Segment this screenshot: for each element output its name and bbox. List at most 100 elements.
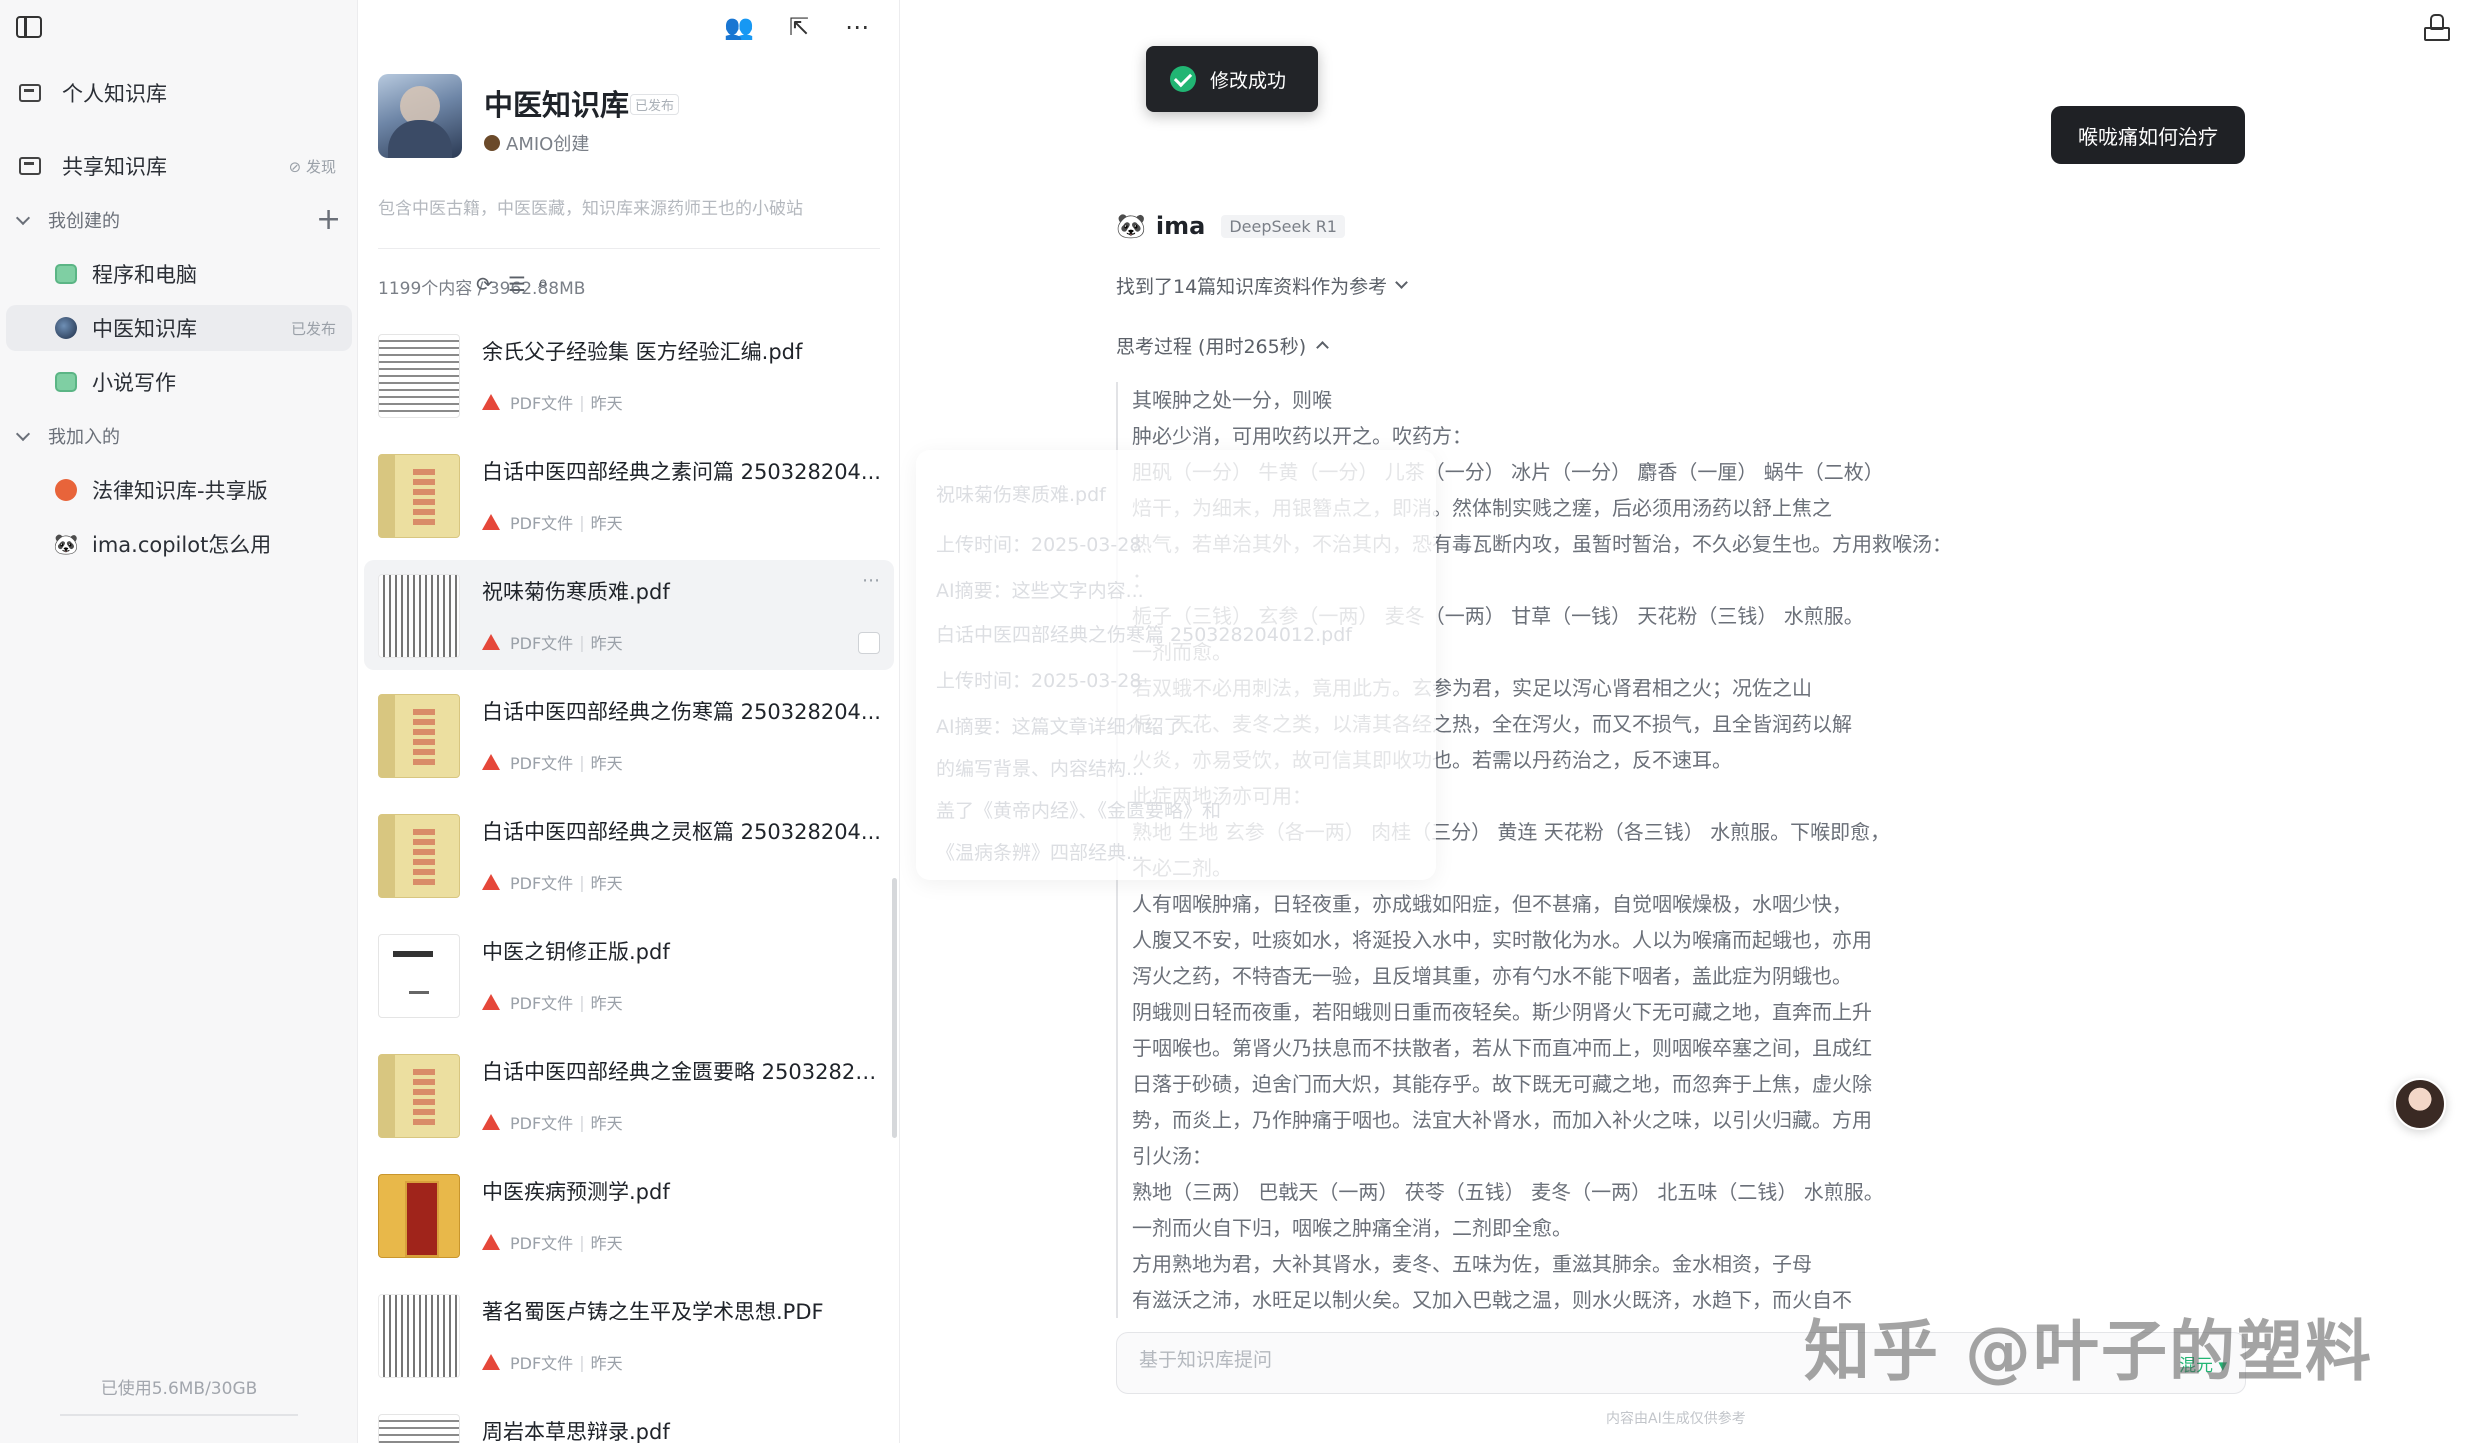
references-toggle[interactable]: 找到了14篇知识库资料作为参考 bbox=[1116, 272, 1409, 299]
file-item[interactable]: 余氏父子经验集 医方经验汇编.pdf PDF文件 | 昨天 bbox=[364, 320, 894, 430]
file-name: 中医之钥修正版.pdf bbox=[482, 940, 670, 964]
kb-author: AMIO创建 bbox=[484, 130, 589, 156]
kb-description: 包含中医古籍，中医医藏，知识库来源药师王也的小破站 bbox=[378, 199, 803, 219]
file-name: 白话中医四部经典之灵枢篇 250328204... bbox=[482, 820, 881, 844]
group-my-created[interactable]: 我创建的 bbox=[15, 205, 120, 235]
file-thumbnail bbox=[378, 1414, 460, 1443]
file-item[interactable]: 白话中医四部经典之灵枢篇 250328204... PDF文件 | 昨天 bbox=[364, 800, 894, 910]
chevron-down-icon bbox=[15, 210, 31, 225]
bot-name: ima bbox=[1155, 212, 1206, 240]
pdf-icon bbox=[482, 1114, 500, 1130]
thinking-toggle[interactable]: 思考过程 (用时265秒) bbox=[1116, 332, 1330, 359]
scrollbar[interactable] bbox=[892, 878, 897, 1138]
sidebar-item-label: 共享知识库 bbox=[62, 155, 167, 179]
file-item[interactable]: 中医疾病预测学.pdf PDF文件 | 昨天 bbox=[364, 1160, 894, 1270]
members-icon[interactable]: 👥 bbox=[724, 12, 754, 42]
file-checkbox[interactable] bbox=[858, 632, 880, 654]
sidebar-item-label: 法律知识库-共享版 bbox=[92, 479, 268, 503]
file-meta: PDF文件 | 昨天 bbox=[482, 750, 623, 774]
user-question-bubble: 喉咙痛如何治疗 bbox=[2051, 106, 2245, 164]
model-badge: DeepSeek R1 bbox=[1221, 214, 1345, 238]
add-kb-icon[interactable]: + bbox=[316, 205, 341, 235]
file-item[interactable]: 周岩本草思辩录.pdf bbox=[364, 1400, 894, 1443]
share-icon[interactable]: ⇱ bbox=[784, 12, 814, 42]
kb-doc-icon bbox=[54, 262, 78, 286]
pdf-icon bbox=[482, 1354, 500, 1370]
file-name: 白话中医四部经典之伤寒篇 250328204... bbox=[482, 700, 881, 724]
pdf-icon bbox=[482, 1234, 500, 1250]
sidebar-item-shared-kb[interactable]: 共享知识库 ⊘ 发现 bbox=[6, 143, 352, 189]
stamp-icon[interactable] bbox=[2424, 14, 2450, 41]
file-name: 白话中医四部经典之金匮要略 25032820... bbox=[482, 1060, 882, 1084]
reference-preview-popover: 祝味菊伤寒质难.pdf 上传时间：2025-03-28 AI摘要：这些文字内容.… bbox=[916, 450, 1436, 880]
chevron-up-icon bbox=[1316, 341, 1330, 354]
file-item[interactable]: 白话中医四部经典之伤寒篇 250328204... PDF文件 | 昨天 bbox=[364, 680, 894, 790]
kb-doc-icon bbox=[54, 370, 78, 394]
file-thumbnail bbox=[378, 694, 460, 778]
sidebar-item-programming[interactable]: 程序和电脑 bbox=[6, 251, 352, 297]
kb-status-badge: 已发布 bbox=[630, 94, 680, 115]
file-name: 余氏父子经验集 医方经验汇编.pdf bbox=[482, 340, 803, 364]
sidebar-item-tcm-kb[interactable]: 中医知识库 已发布 bbox=[6, 305, 352, 351]
kb-avatar-icon bbox=[54, 316, 78, 340]
panda-icon: 🐼 bbox=[53, 532, 79, 556]
knowledge-base-icon bbox=[18, 81, 42, 105]
file-thumbnail bbox=[378, 934, 460, 1018]
check-icon bbox=[1170, 66, 1196, 92]
file-meta: PDF文件 | 昨天 bbox=[482, 1110, 623, 1134]
sidebar-item-ima-copilot[interactable]: 🐼 ima.copilot怎么用 bbox=[6, 521, 352, 567]
file-name: 周岩本草思辩录.pdf bbox=[482, 1420, 670, 1443]
assistant-avatar-button[interactable] bbox=[2394, 1078, 2446, 1130]
more-icon[interactable]: ⋯ bbox=[842, 12, 872, 42]
kb-cover-image bbox=[378, 74, 462, 158]
file-thumbnail bbox=[378, 1294, 460, 1378]
pdf-icon bbox=[482, 994, 500, 1010]
sidebar-item-novel-writing[interactable]: 小说写作 bbox=[6, 359, 352, 405]
file-name: 白话中医四部经典之素问篇 250328204... bbox=[482, 460, 881, 484]
divider bbox=[378, 248, 880, 249]
search-icon[interactable]: ⌕ bbox=[538, 272, 548, 293]
pdf-icon bbox=[482, 634, 500, 650]
sidebar-item-law-kb[interactable]: 法律知识库-共享版 bbox=[6, 467, 352, 513]
file-meta: PDF文件 | 昨天 bbox=[482, 870, 623, 894]
file-thumbnail bbox=[378, 814, 460, 898]
storage-bar bbox=[60, 1414, 298, 1416]
file-meta: PDF文件 | 昨天 bbox=[482, 510, 623, 534]
kb-title: 中医知识库 bbox=[484, 88, 630, 122]
file-name: 祝味菊伤寒质难.pdf bbox=[482, 580, 670, 604]
published-badge: 已发布 bbox=[290, 319, 336, 338]
file-item[interactable]: 中医之钥修正版.pdf PDF文件 | 昨天 bbox=[364, 920, 894, 1030]
sidebar-item-label: 个人知识库 bbox=[62, 82, 167, 106]
sidebar-item-label: 程序和电脑 bbox=[92, 263, 197, 287]
chevron-down-icon bbox=[1395, 276, 1409, 289]
bot-header: 🐼 ima DeepSeek R1 bbox=[1116, 212, 1345, 240]
author-avatar bbox=[484, 135, 500, 151]
group-my-joined[interactable]: 我加入的 bbox=[15, 421, 120, 451]
discover-link[interactable]: ⊘ 发现 bbox=[289, 156, 336, 177]
file-item[interactable]: 著名蜀医卢铸之生平及学术思想.PDF PDF文件 | 昨天 bbox=[364, 1280, 894, 1390]
chat-panel: 喉咙痛如何治疗 🐼 ima DeepSeek R1 找到了14篇知识库资料作为参… bbox=[900, 0, 2475, 1443]
sidebar-item-label: 小说写作 bbox=[92, 371, 176, 395]
file-thumbnail bbox=[378, 334, 460, 418]
pdf-icon bbox=[482, 514, 500, 530]
law-kb-icon bbox=[54, 478, 78, 502]
shared-kb-icon bbox=[18, 154, 42, 178]
file-meta: PDF文件 | 昨天 bbox=[482, 390, 623, 414]
file-item[interactable]: 白话中医四部经典之素问篇 250328204... PDF文件 | 昨天 bbox=[364, 440, 894, 550]
sidebar-item-label: ima.copilot怎么用 bbox=[92, 533, 272, 557]
panda-icon: 🐼 bbox=[1116, 212, 1146, 240]
sidebar-item-personal-kb[interactable]: 个人知识库 bbox=[6, 70, 352, 116]
sidebar-toggle-icon[interactable] bbox=[16, 16, 42, 38]
file-name: 中医疾病预测学.pdf bbox=[482, 1180, 670, 1204]
file-thumbnail bbox=[378, 574, 460, 658]
sidebar: 个人知识库 共享知识库 ⊘ 发现 我创建的 + 程序和电脑 中医知识库 已发布 … bbox=[0, 0, 358, 1443]
file-item[interactable]: 白话中医四部经典之金匮要略 25032820... PDF文件 | 昨天 bbox=[364, 1040, 894, 1150]
file-name: 著名蜀医卢铸之生平及学术思想.PDF bbox=[482, 1300, 824, 1324]
file-thumbnail bbox=[378, 454, 460, 538]
sort-icon[interactable]: ☰ bbox=[508, 272, 526, 296]
file-more-icon[interactable]: ⋯ bbox=[862, 570, 880, 591]
refresh-icon[interactable]: ⟳ bbox=[476, 272, 493, 296]
file-item[interactable]: 祝味菊伤寒质难.pdf PDF文件 | 昨天 ⋯ bbox=[364, 560, 894, 670]
watermark: 知乎 @叶子的塑料 bbox=[1804, 1313, 2373, 1390]
file-meta: PDF文件 | 昨天 bbox=[482, 990, 623, 1014]
